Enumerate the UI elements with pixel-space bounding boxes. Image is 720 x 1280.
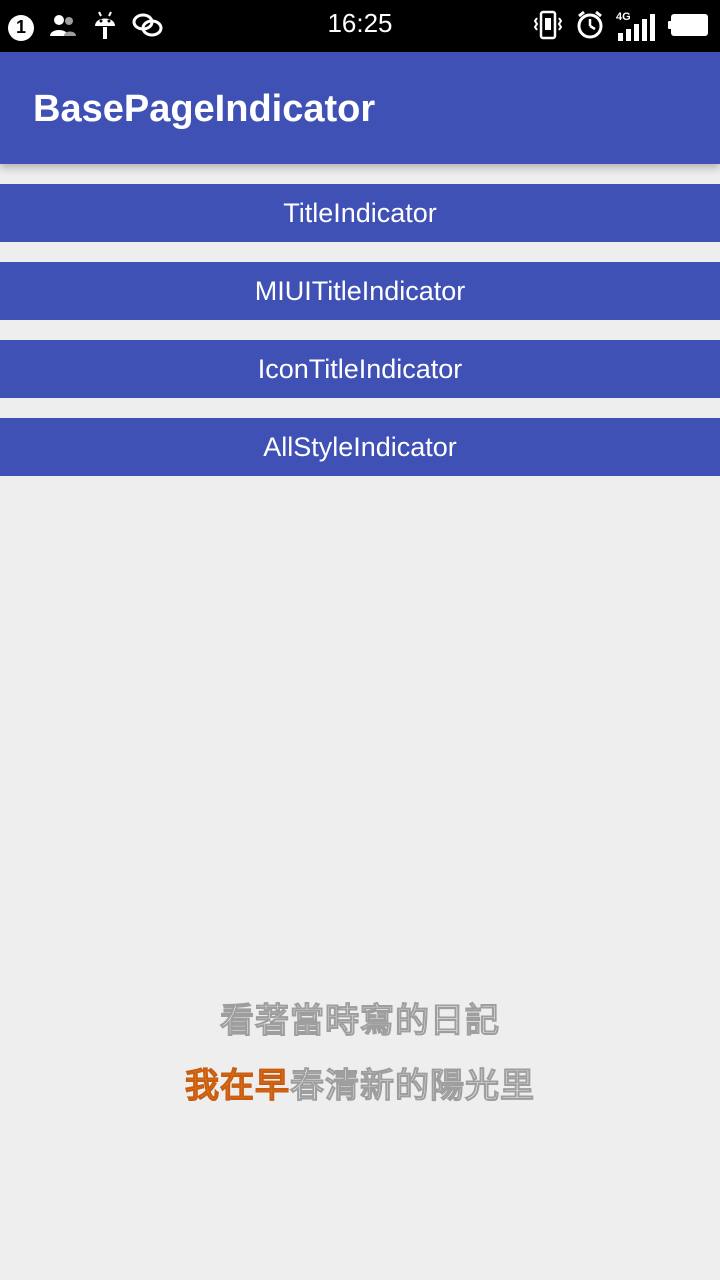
- lyric-line-2-rest: 春清新的陽光里: [290, 1066, 535, 1107]
- vibrate-icon: [532, 10, 564, 45]
- all-style-indicator-button[interactable]: AllStyleIndicator: [0, 418, 720, 476]
- status-bar-right-icons: 4G: [532, 10, 710, 45]
- lyric-line-2: 我在早春清新的陽光里: [0, 1058, 720, 1107]
- app-title: BasePageIndicator: [33, 88, 376, 130]
- battery-icon: [668, 12, 710, 43]
- icon-title-indicator-button[interactable]: IconTitleIndicator: [0, 340, 720, 398]
- lyrics-overlay: 看著當時寫的日記 我在早春清新的陽光里: [0, 993, 720, 1107]
- alarm-icon: [576, 10, 604, 45]
- miui-title-indicator-button[interactable]: MIUITitleIndicator: [0, 262, 720, 320]
- lyric-line-2-sung: 我在早: [185, 1066, 290, 1107]
- signal-4g-icon: 4G: [616, 11, 656, 43]
- title-indicator-button[interactable]: TitleIndicator: [0, 184, 720, 242]
- lyric-line-1: 看著當時寫的日記: [220, 1001, 500, 1042]
- status-bar: 1 16:25 4G: [0, 0, 720, 52]
- app-bar: BasePageIndicator: [0, 52, 720, 164]
